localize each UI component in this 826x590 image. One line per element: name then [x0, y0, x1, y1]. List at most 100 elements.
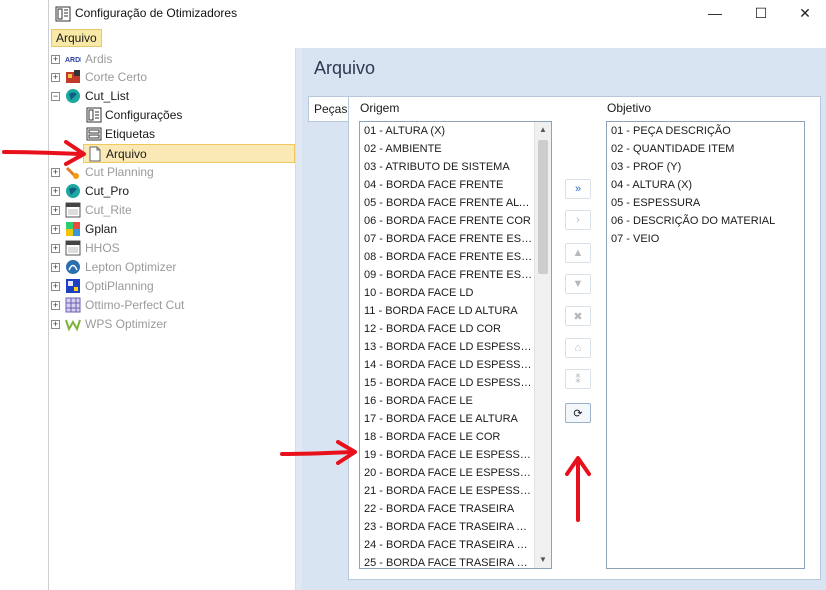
tree-item-ottimo-perfect-cut[interactable]: + Ottimo-Perfect Cut: [49, 296, 295, 315]
expand-icon[interactable]: +: [51, 168, 60, 177]
origin-list-item[interactable]: 04 - BORDA FACE FRENTE: [360, 176, 534, 194]
target-list-item[interactable]: 01 - PEÇA DESCRIÇÃO: [607, 122, 804, 140]
window-title: Configuração de Otimizadores: [75, 6, 238, 20]
tree-item-label: Cut_Pro: [85, 184, 130, 198]
target-list-item[interactable]: 02 - QUANTIDADE ITEM: [607, 140, 804, 158]
expand-icon[interactable]: +: [51, 73, 60, 82]
window-icon: [65, 202, 81, 218]
tree-item-cut-list[interactable]: − Cut_List: [49, 87, 295, 106]
origin-list-item[interactable]: 02 - AMBIENTE: [360, 140, 534, 158]
target-list-item[interactable]: 03 - PROF (Y): [607, 158, 804, 176]
globe-icon: [65, 183, 81, 199]
scroll-thumb[interactable]: [538, 140, 548, 274]
move-all-right-button[interactable]: »: [565, 179, 591, 199]
tree-item-label: Ardis: [85, 52, 113, 66]
tree-item-label: OptiPlanning: [85, 279, 154, 293]
target-list[interactable]: 01 - PEÇA DESCRIÇÃO 02 - QUANTIDADE ITEM 0…: [606, 121, 805, 569]
target-list-item[interactable]: 05 - ESPESSURA: [607, 194, 804, 212]
expand-icon[interactable]: +: [51, 225, 60, 234]
grid-icon: [65, 297, 81, 313]
scroll-down-icon[interactable]: ▼: [535, 552, 551, 568]
tree-item-lepton-optimizer[interactable]: + Lepton Optimizer: [49, 258, 295, 277]
move-right-button[interactable]: ›: [565, 210, 591, 230]
lepton-logo-icon: [65, 259, 81, 275]
tab-pecas[interactable]: Peças: [308, 96, 350, 122]
origin-list-item[interactable]: 15 - BORDA FACE LD ESPESSUR...: [360, 374, 534, 392]
expand-icon[interactable]: +: [51, 282, 60, 291]
maximize-button[interactable]: ☐: [739, 2, 783, 24]
target-list-item[interactable]: 06 - DESCRIÇÃO DO MATERIAL: [607, 212, 804, 230]
tree-item-label: Lepton Optimizer: [85, 260, 177, 274]
target-list-item[interactable]: 04 - ALTURA (X): [607, 176, 804, 194]
expand-icon[interactable]: +: [51, 320, 60, 329]
join-button[interactable]: ⌂: [565, 338, 591, 358]
origin-list-item[interactable]: 25 - BORDA FACE TRASEIRA ESP...: [360, 554, 534, 568]
gplan-logo-icon: [65, 221, 81, 237]
tree-item-label: Arquivo: [106, 147, 147, 161]
origin-list[interactable]: 01 - ALTURA (X) 02 - AMBIENTE 03 - ATRIBUT…: [359, 121, 552, 569]
tree-item-arquivo[interactable]: Arquivo: [83, 144, 295, 163]
move-up-button[interactable]: ▲: [565, 243, 591, 263]
scroll-up-icon[interactable]: ▲: [535, 122, 551, 138]
origin-list-item[interactable]: 08 - BORDA FACE FRENTE ESPES...: [360, 248, 534, 266]
tree-item-cut-planning[interactable]: + Cut Planning: [49, 163, 295, 182]
tree-item-cut-pro[interactable]: + Cut_Pro: [49, 182, 295, 201]
split-button[interactable]: ⁑: [565, 369, 591, 389]
origin-list-item[interactable]: 19 - BORDA FACE LE ESPESSURA: [360, 446, 534, 464]
tree-item-cut-rite[interactable]: + Cut_Rite: [49, 201, 295, 220]
origin-list-item[interactable]: 07 - BORDA FACE FRENTE ESPESS...: [360, 230, 534, 248]
delete-button[interactable]: ✖: [565, 306, 591, 326]
tree-item-configura-es[interactable]: Configurações: [49, 106, 295, 125]
origin-list-item[interactable]: 01 - ALTURA (X): [360, 122, 534, 140]
label-grid-icon: [86, 126, 102, 142]
window: Configuração de Otimizadores — ☐ ✕ Arqui…: [48, 0, 826, 590]
origin-list-item[interactable]: 03 - ATRIBUTO DE SISTEMA: [360, 158, 534, 176]
menu-file[interactable]: Arquivo: [51, 29, 102, 47]
origin-list-item[interactable]: 21 - BORDA FACE LE ESPESSURA...: [360, 482, 534, 500]
content-area: Arquivo Peças Origem Objetivo 01 - ALTUR…: [302, 48, 826, 590]
expand-icon[interactable]: +: [51, 301, 60, 310]
expand-icon[interactable]: +: [51, 206, 60, 215]
origin-list-item[interactable]: 05 - BORDA FACE FRENTE ALTU...: [360, 194, 534, 212]
tree-item-label: WPS Optimizer: [85, 317, 168, 331]
origin-list-item[interactable]: 17 - BORDA FACE LE ALTURA: [360, 410, 534, 428]
expand-icon[interactable]: +: [51, 263, 60, 272]
origin-list-item[interactable]: 06 - BORDA FACE FRENTE COR: [360, 212, 534, 230]
expand-icon[interactable]: +: [51, 244, 60, 253]
page-title: Arquivo: [314, 58, 376, 78]
origin-list-item[interactable]: 13 - BORDA FACE LD ESPESSURA: [360, 338, 534, 356]
target-list-item[interactable]: 07 - VEIO: [607, 230, 804, 248]
corte-certo-logo-icon: [65, 69, 81, 85]
origin-list-item[interactable]: 11 - BORDA FACE LD ALTURA: [360, 302, 534, 320]
expand-icon[interactable]: +: [51, 187, 60, 196]
tree-item-corte-certo[interactable]: + Corte Certo: [49, 68, 295, 87]
cut-planning-icon: [65, 164, 81, 180]
origin-list-item[interactable]: 09 - BORDA FACE FRENTE ESPES...: [360, 266, 534, 284]
settings-window-icon: [86, 107, 102, 123]
tree-item-wps-optimizer[interactable]: + WPS Optimizer: [49, 315, 295, 334]
origin-scrollbar[interactable]: ▲ ▼: [534, 122, 551, 568]
origin-list-item[interactable]: 23 - BORDA FACE TRASEIRA ALT...: [360, 518, 534, 536]
origin-list-item[interactable]: 14 - BORDA FACE LD ESPESSUR...: [360, 356, 534, 374]
tree-item-gplan[interactable]: + Gplan: [49, 220, 295, 239]
tree-item-hhos[interactable]: + HHOS: [49, 239, 295, 258]
globe-icon: [65, 88, 81, 104]
minimize-button[interactable]: —: [693, 2, 737, 24]
origin-list-item[interactable]: 22 - BORDA FACE TRASEIRA: [360, 500, 534, 518]
collapse-icon[interactable]: −: [51, 92, 60, 101]
expand-icon[interactable]: +: [51, 55, 60, 64]
origin-list-item[interactable]: 18 - BORDA FACE LE COR: [360, 428, 534, 446]
origin-list-item[interactable]: 24 - BORDA FACE TRASEIRA COR: [360, 536, 534, 554]
refresh-button[interactable]: ⟳: [565, 403, 591, 423]
minimize-icon: —: [708, 5, 722, 21]
origin-list-item[interactable]: 12 - BORDA FACE LD COR: [360, 320, 534, 338]
tree-item-ardis[interactable]: + ARDIS Ardis: [49, 50, 295, 69]
origin-list-item[interactable]: 20 - BORDA FACE LE ESPESSURA...: [360, 464, 534, 482]
origin-list-item[interactable]: 16 - BORDA FACE LE: [360, 392, 534, 410]
origin-list-item[interactable]: 10 - BORDA FACE LD: [360, 284, 534, 302]
tree-item-optiplanning[interactable]: + OptiPlanning: [49, 277, 295, 296]
move-down-button[interactable]: ▼: [565, 274, 591, 294]
tree-item-etiquetas[interactable]: Etiquetas: [49, 125, 295, 144]
close-button[interactable]: ✕: [783, 2, 826, 24]
optimizer-tree[interactable]: + ARDIS Ardis + Corte Certo − Cut_List Configur…: [49, 48, 296, 590]
